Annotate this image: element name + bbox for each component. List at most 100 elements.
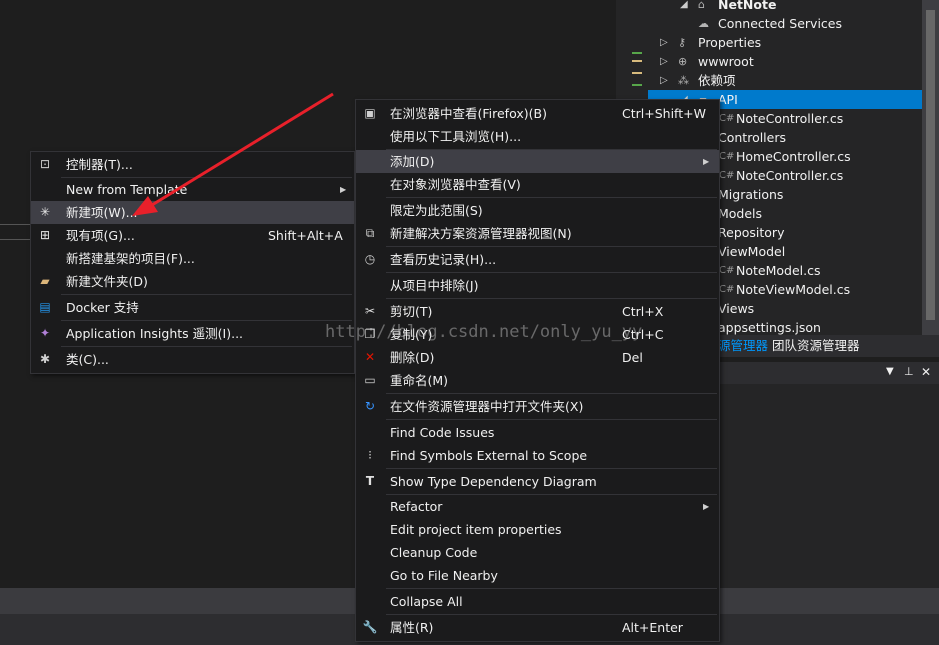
properties-panel [720,384,939,588]
expand-arrow-icon[interactable]: ▷ [660,33,668,52]
tree-item-label: Controllers [718,130,786,145]
menu-item-class[interactable]: ✱ 类(C)... [31,348,354,371]
menu-separator [386,614,717,615]
tree-item[interactable]: ▷ ⊕ wwwroot [648,52,923,71]
menu-item-exclude[interactable]: 从项目中排除(J) [356,274,719,297]
menu-item-cut[interactable]: ✂ 剪切(T) Ctrl+X [356,300,719,323]
menu-item-controller[interactable]: ⊡ 控制器(T)... [31,153,354,176]
tree-item[interactable]: ◢ ⌂ NetNote [648,0,923,14]
overview-mark [632,84,642,86]
tree-item-label: NoteViewModel.cs [736,282,851,297]
menu-item-existing-item[interactable]: ⊞ 现有项(G)... Shift+Alt+A [31,224,354,247]
delete-icon: ✕ [364,350,376,364]
menu-item-new-from-template[interactable]: New from Template ▶ [31,178,354,201]
csharp-file-icon: C# [719,170,735,181]
menu-item-delete[interactable]: ✕ 删除(D) Del [356,346,719,369]
csharp-file-icon: C# [719,284,735,295]
context-menu: ▣ 在浏览器中查看(Firefox)(B) Ctrl+Shift+W 使用以下工… [355,99,720,642]
menu-item-scope-to-this[interactable]: 限定为此范围(S) [356,199,719,222]
tree-item[interactable]: ☁ Connected Services [648,14,923,33]
menu-separator [61,294,352,295]
tree-item[interactable]: ▷ ⁂ 依赖项 [648,71,923,90]
submenu-arrow-icon: ▶ [703,502,710,511]
tree-item-label: appsettings.json [718,320,821,335]
controller-icon: ⊡ [39,157,51,171]
tree-item-label: NetNote [718,0,777,12]
docker-icon: ▤ [39,300,51,314]
tree-item-label: NoteController.cs [736,168,844,183]
refresh-icon: ↻ [364,399,376,413]
tree-item-label: HomeController.cs [736,149,851,164]
rename-icon: ▭ [364,373,376,387]
tree-node-icon: ⁂ [678,74,689,87]
history-icon: ◷ [364,252,376,266]
solution-view-icon: ⧉ [365,226,375,240]
tab-team-explorer[interactable]: 团队资源管理器 [772,335,860,357]
menu-item-app-insights[interactable]: ✦ Application Insights 遥测(I)... [31,322,354,345]
menu-item-new-item[interactable]: ✳ 新建项(W)... [31,201,354,224]
expand-arrow-icon[interactable]: ▷ [660,52,668,71]
menu-item-view-history[interactable]: ◷ 查看历史记录(H)... [356,248,719,271]
menu-separator [386,588,717,589]
tree-item-label: Migrations [718,187,784,202]
menu-item-open-folder[interactable]: ↻ 在文件资源管理器中打开文件夹(X) [356,395,719,418]
tree-item-label: Connected Services [718,16,842,31]
find-symbols-icon: ⁝ [368,448,372,462]
menu-item-go-to-file[interactable]: Go to File Nearby [356,564,719,587]
csharp-file-icon: C# [719,265,735,276]
solution-scrollbar-thumb[interactable] [926,10,935,320]
menu-item-view-object-browser[interactable]: 在对象浏览器中查看(V) [356,173,719,196]
expand-arrow-icon[interactable]: ▷ [660,71,668,90]
menu-item-add[interactable]: 添加(D) ▶ [356,150,719,173]
menu-item-view-in-browser[interactable]: ▣ 在浏览器中查看(Firefox)(B) Ctrl+Shift+W [356,102,719,125]
menu-item-refactor[interactable]: Refactor ▶ [356,495,719,518]
menu-item-browse-with[interactable]: 使用以下工具浏览(H)... [356,125,719,148]
tab-solution-explorer[interactable]: 源管理器 [718,335,768,357]
tree-node-icon: ⌂ [698,0,705,11]
menu-item-docker[interactable]: ▤ Docker 支持 [31,296,354,319]
menu-separator [386,393,717,394]
class-icon: ✱ [39,352,51,366]
menu-item-new-solution-view[interactable]: ⧉ 新建解决方案资源管理器视图(N) [356,222,719,245]
tree-item[interactable]: ▷ ⚷ Properties [648,33,923,52]
close-icon[interactable]: ✕ [921,365,931,379]
tree-item-label: Models [718,206,763,221]
menu-item-edit-properties[interactable]: Edit project item properties [356,518,719,541]
properties-panel-header: ▼ ⊥ ✕ [720,362,939,384]
menu-item-type-dependency[interactable]: T Show Type Dependency Diagram [356,470,719,493]
overview-mark [632,60,642,62]
tree-item-label: NoteController.cs [736,111,844,126]
menu-separator [386,419,717,420]
wrench-icon: 🔧 [362,620,378,634]
tree-item-label: ViewModel [718,244,786,259]
menu-item-rename[interactable]: ▭ 重命名(M) [356,369,719,392]
pin-icon[interactable]: ⊥ [904,365,914,378]
tree-item-label: NoteModel.cs [736,263,821,278]
browser-icon: ▣ [364,106,376,120]
watermark: http://blog.csdn.net/only_yu_yy [325,322,643,342]
editor-line-marker [0,224,30,240]
menu-item-cleanup[interactable]: Cleanup Code [356,541,719,564]
submenu-arrow-icon: ▶ [703,157,710,166]
menu-separator [61,346,352,347]
tree-item-label: Properties [698,35,762,50]
menu-item-properties[interactable]: 🔧 属性(R) Alt+Enter [356,616,719,639]
menu-separator [386,246,717,247]
menu-separator [386,468,717,469]
menu-item-find-code-issues[interactable]: Find Code Issues [356,421,719,444]
csharp-file-icon: C# [719,113,735,124]
menu-item-new-scaffolded[interactable]: 新搭建基架的项目(F)... [31,247,354,270]
tree-node-icon: ⊕ [678,55,688,68]
menu-separator [61,320,352,321]
menu-item-collapse-all[interactable]: Collapse All [356,590,719,613]
tree-item-label: Repository [718,225,785,240]
menu-item-new-folder[interactable]: ▰ 新建文件夹(D) [31,270,354,293]
dropdown-icon[interactable]: ▼ [886,366,894,377]
menu-item-find-symbols[interactable]: ⁝ Find Symbols External to Scope [356,444,719,467]
overview-mark [632,72,642,74]
scissors-icon: ✂ [364,304,376,318]
expand-arrow-icon[interactable]: ◢ [680,0,688,14]
overview-mark [632,52,642,54]
diagram-icon: T [365,474,375,488]
submenu-arrow-icon: ▶ [340,185,347,194]
